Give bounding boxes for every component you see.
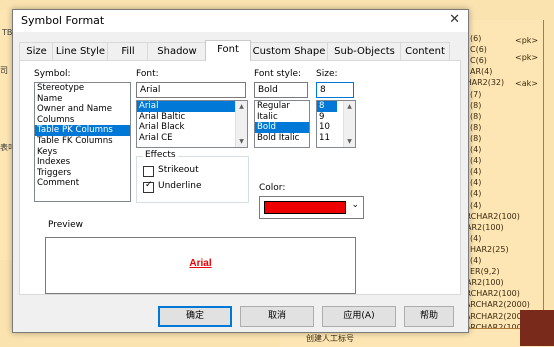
right-entity-row: ER(9,2) [470,267,500,277]
font-input[interactable]: Arial [136,82,246,98]
font-style-label: Font style: [254,69,302,79]
style-item[interactable]: Italic [255,112,309,123]
right-entity-row: (7) [470,89,482,99]
preview-label: Preview [46,220,86,230]
color-picker[interactable]: ⌄ [259,196,364,219]
dialog-body: Size Line Style Fill Shadow Font Custom … [13,32,468,332]
font-item[interactable]: Arial CE [137,133,247,144]
right-entity-row: (4) [470,256,482,265]
tab-content[interactable]: Content [400,42,450,60]
tab-strip: Size Line Style Fill Shadow Font Custom … [19,40,459,61]
symbol-item[interactable]: Name [35,94,130,105]
cancel-button[interactable]: 取消 [240,306,314,327]
right-entity-row: (8) [470,133,482,143]
preview-text: Arial [189,258,212,269]
symbol-item[interactable]: Indexes [35,157,130,168]
color-label: Color: [259,183,286,193]
right-entity-row: (4) [470,156,482,166]
symbol-item[interactable]: Stereotype [35,83,130,94]
effects-group: Effects Strikeout ✓ Underline [136,150,249,203]
right-entity-row: (8) [470,122,482,132]
symbol-label: Symbol: [34,69,71,79]
color-swatch [264,201,346,214]
size-label: Size: [316,69,338,79]
right-entity-row: C(6) [470,56,487,66]
symbol-listbox[interactable]: Stereotype Name Owner and Name Columns T… [34,82,131,202]
style-item[interactable]: Regular [255,101,309,112]
font-tab-panel: Symbol: Stereotype Name Owner and Name C… [19,60,461,295]
scroll-down-icon[interactable]: ▼ [236,136,247,147]
close-icon[interactable]: ✕ [449,12,460,27]
symbol-format-dialog: Symbol Format ✕ Size Line Style Fill Sha… [12,9,469,333]
left-entity-row: 司 [0,66,8,75]
dialog-title: Symbol Format [21,14,105,27]
scroll-up-icon[interactable]: ▲ [344,101,355,112]
style-item[interactable]: Bold Italic [255,133,309,144]
ok-button[interactable]: 确定 [158,306,232,327]
tab-custom-shape[interactable]: Custom Shape [249,42,329,60]
right-entity-row: (6) [470,34,482,43]
font-listbox[interactable]: Arial Arial Baltic Arial Black Arial CE … [136,100,248,148]
tab-fill[interactable]: Fill [107,42,149,60]
font-item[interactable]: Arial Black [137,122,247,133]
right-entity-row: C(6) [470,45,487,55]
scroll-down-icon[interactable]: ▼ [344,136,355,147]
underline-label: Underline [158,181,202,191]
font-style-input[interactable]: Bold [254,82,308,98]
right-entity-row: (4) [470,167,482,177]
right-entity-row: (4) [470,178,482,188]
symbol-item[interactable]: Keys [35,147,130,158]
right-entity-row: (8) [470,111,482,121]
bottom-entity-text: 创建人工标号 [306,334,354,343]
size-item-selected[interactable]: 8 [317,101,337,112]
symbol-item[interactable]: Owner and Name [35,104,130,115]
right-entity-row: (8) [470,100,482,110]
symbol-item[interactable]: Triggers [35,168,130,179]
font-label: Font: [136,69,159,79]
chevron-down-icon[interactable]: ⌄ [351,200,359,210]
tab-shadow[interactable]: Shadow [147,42,207,60]
pk-tag: <pk> [515,53,539,62]
underline-checkbox[interactable]: ✓ [143,180,154,193]
strikeout-label: Strikeout [158,165,199,175]
size-scrollbar[interactable]: ▲ ▼ [343,101,355,147]
pk-tag: <pk> [515,36,539,45]
thumbnail-image [520,310,554,346]
right-entity-row: HAR2(25) [470,244,509,254]
tab-sub-objects[interactable]: Sub-Objects [327,42,402,60]
tab-font[interactable]: Font [205,40,251,61]
symbol-item[interactable]: Columns [35,115,130,126]
symbol-item[interactable]: Table FK Columns [35,136,130,147]
font-scrollbar[interactable]: ▲ ▼ [235,101,247,147]
right-entity-row: (4) [470,200,482,210]
tab-line-style[interactable]: Line Style [52,42,109,60]
scroll-up-icon[interactable]: ▲ [236,101,247,112]
check-icon: ✓ [145,180,153,190]
strikeout-checkbox[interactable] [143,166,154,177]
tab-size[interactable]: Size [19,42,54,60]
right-entity-row: (4) [470,189,482,199]
help-button[interactable]: 帮助 [404,306,454,327]
font-item-selected[interactable]: Arial [137,101,247,112]
size-input[interactable]: 8 [316,82,354,98]
style-item-selected[interactable]: Bold [255,122,309,133]
right-entity-row: VARCHAR2(2000) [460,300,530,310]
ak-tag: <ak> [515,79,538,88]
font-item[interactable]: Arial Baltic [137,112,247,123]
right-entity-row: (4) [470,233,482,243]
apply-button[interactable]: 应用(A) [322,306,396,327]
symbol-item-selected[interactable]: Table PK Columns [35,125,130,136]
size-listbox[interactable]: 8 9 10 11 ▲ ▼ [316,100,356,148]
effects-label: Effects [143,150,178,160]
right-entity-row: (4) [470,145,482,154]
right-entity-row: AR(4) [470,67,493,77]
preview-box: Arial [45,237,356,294]
title-bar: Symbol Format ✕ [13,10,468,32]
font-style-listbox[interactable]: Regular Italic Bold Bold Italic [254,100,310,148]
symbol-item[interactable]: Comment [35,178,130,189]
